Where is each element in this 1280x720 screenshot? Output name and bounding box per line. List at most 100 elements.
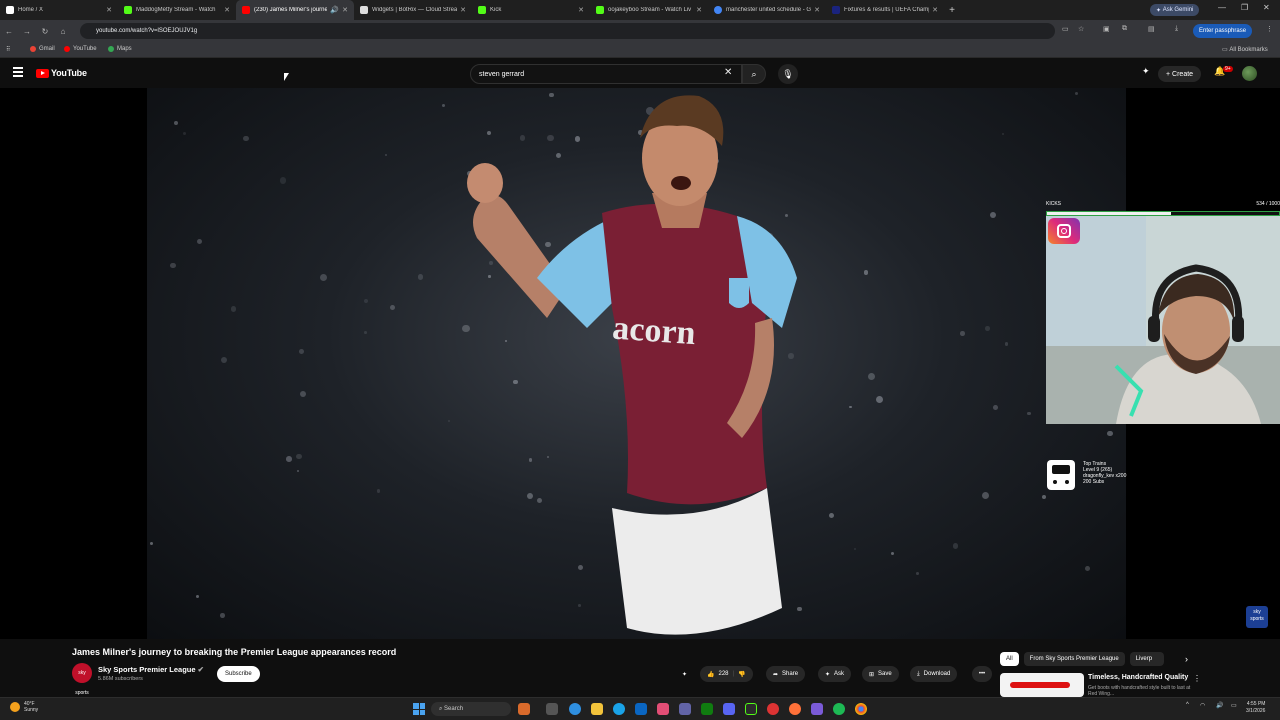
share-button[interactable]: ➦ Share	[766, 666, 806, 682]
bookmark-star-icon[interactable]: ☆	[1078, 25, 1084, 33]
apps-icon[interactable]: ⠿	[6, 46, 10, 53]
browser-tab-active[interactable]: (230) James Milner's journe 🔊 ✕	[236, 0, 354, 20]
thumbs-down-icon[interactable]: 👎	[738, 671, 745, 678]
ad-thumbnail[interactable]	[1000, 673, 1084, 697]
channel-name[interactable]: Sky Sports Premier League ✔	[98, 665, 204, 674]
youtube-logo[interactable]: YouTube	[36, 68, 87, 78]
copilot-icon[interactable]	[613, 703, 625, 715]
chevron-right-icon[interactable]: ›	[1185, 654, 1188, 664]
spotify-icon[interactable]	[833, 703, 845, 715]
tray-chevron-icon[interactable]: ^	[1186, 702, 1189, 708]
ad-menu-icon[interactable]: ⋮	[1193, 674, 1201, 683]
volume-icon[interactable]: 🔊	[1216, 702, 1223, 709]
chip-all[interactable]: All	[1000, 652, 1019, 666]
photos-icon[interactable]	[657, 703, 669, 715]
close-tab-icon[interactable]: ✕	[106, 6, 112, 14]
sidepanel-icon[interactable]: ▤	[1148, 25, 1155, 33]
download-icon[interactable]: ⤓	[1175, 25, 1178, 33]
app-icon[interactable]	[767, 703, 779, 715]
close-tab-icon[interactable]: ✕	[460, 6, 466, 14]
speaker-icon[interactable]: 🔊	[330, 6, 339, 14]
browser-tab[interactable]: Home / X ✕	[0, 0, 118, 20]
top-trains-widget: Top Trains Level 9 (265) dragonfly_kev x…	[1046, 458, 1156, 492]
close-tab-icon[interactable]: ✕	[814, 6, 820, 14]
chrome-icon[interactable]	[855, 703, 867, 715]
tab-title: oojakeyboo Stream - Watch Liv	[608, 7, 692, 13]
video-frame[interactable]: acorn	[147, 88, 1126, 639]
xbox-icon[interactable]	[701, 703, 713, 715]
enter-passphrase-button[interactable]: Enter passphrase	[1193, 24, 1253, 38]
bookmark-youtube[interactable]: YouTube	[64, 46, 97, 52]
save-button[interactable]: ⊞ Save	[862, 666, 899, 682]
back-icon[interactable]: ←	[0, 27, 18, 36]
more-actions-button[interactable]: •••	[972, 666, 992, 682]
bookmark-gmail[interactable]: Gmail	[30, 46, 55, 52]
download-button[interactable]: ⤓ Download	[910, 666, 958, 682]
system-clock[interactable]: 4:55 PM 3/1/2026	[1246, 701, 1265, 715]
chip-from-channel[interactable]: From Sky Sports Premier League	[1023, 652, 1125, 666]
search-button[interactable]: ⌕	[742, 64, 766, 84]
browser-tab[interactable]: MaddogMetty Stream - Watch ✕	[118, 0, 236, 20]
edge-icon[interactable]	[569, 703, 581, 715]
ad-title[interactable]: Timeless, Handcrafted Quality	[1088, 674, 1188, 681]
channel-avatar[interactable]: sky sports	[72, 663, 92, 696]
all-bookmarks[interactable]: ▭ All Bookmarks	[1222, 46, 1268, 54]
store-icon[interactable]	[635, 703, 647, 715]
new-tab-icon[interactable]: +	[944, 5, 960, 16]
address-bar[interactable]: youtube.com/watch?v=lSOEJOUJV1g	[80, 23, 1055, 39]
search-input[interactable]: steven gerrard	[470, 64, 742, 84]
minimize-icon[interactable]: —	[1218, 3, 1226, 12]
reload-icon[interactable]: ↻	[36, 27, 54, 36]
mic-icon: 🎙	[782, 69, 794, 79]
create-button[interactable]: + Create	[1158, 66, 1202, 82]
start-button[interactable]	[413, 703, 425, 715]
close-tab-icon[interactable]: ✕	[342, 6, 348, 14]
browser-tab[interactable]: oojakeyboo Stream - Watch Liv ✕	[590, 0, 708, 20]
browser-tab[interactable]: Widgets | BotRix — Cloud Strea ✕	[354, 0, 472, 20]
menu-kebab-icon[interactable]: ⋮	[1266, 25, 1273, 33]
taskbar-search[interactable]: ⌕ Search	[431, 702, 511, 716]
weather-widget[interactable]: 40°F Sunny	[10, 701, 38, 713]
ai-sparkle-icon[interactable]: ✦	[1142, 66, 1150, 77]
ask-button[interactable]: ✦ Ask	[818, 666, 852, 682]
obs-icon[interactable]	[745, 703, 757, 715]
file-explorer-icon[interactable]	[591, 703, 603, 715]
clear-search-icon[interactable]: ✕	[724, 67, 732, 78]
browser-tab[interactable]: Fixtures & results | UEFA Champ ✕	[826, 0, 944, 20]
bookmark-maps[interactable]: Maps	[108, 46, 132, 52]
ai-summary-button[interactable]: ✦	[682, 666, 687, 682]
all-bookmarks-label: All Bookmarks	[1229, 46, 1268, 53]
subscribe-button[interactable]: Subscribe	[217, 666, 260, 682]
ask-gemini-button[interactable]: ✦ Ask Gemini	[1150, 4, 1200, 16]
voice-search-button[interactable]: 🎙	[778, 64, 798, 84]
browser-tab[interactable]: Kick ✕	[472, 0, 590, 20]
browser-tab[interactable]: manchester united schedule - G ✕	[708, 0, 826, 20]
teams-icon[interactable]	[679, 703, 691, 715]
close-window-icon[interactable]: ✕	[1263, 3, 1270, 12]
chip-liverpool[interactable]: Liverp	[1129, 652, 1164, 666]
widgets-app-icon[interactable]	[518, 703, 530, 715]
top-trains-text: Top Trains Level 9 (265) dragonfly_kev x…	[1083, 461, 1126, 485]
user-avatar[interactable]	[1242, 66, 1257, 81]
like-button[interactable]: 👍 228 | 👎	[700, 666, 753, 682]
maximize-icon[interactable]: ❐	[1241, 3, 1248, 12]
wifi-icon[interactable]: ◠	[1200, 702, 1205, 709]
task-view-icon[interactable]	[546, 703, 558, 715]
battery-icon[interactable]: ▭	[1231, 702, 1237, 709]
home-icon[interactable]: ⌂	[54, 27, 72, 36]
close-tab-icon[interactable]: ✕	[932, 6, 938, 14]
forward-icon[interactable]: →	[18, 27, 36, 36]
discord-icon[interactable]	[723, 703, 735, 715]
more-dots-icon: •••	[978, 671, 986, 677]
close-tab-icon[interactable]: ✕	[578, 6, 584, 14]
firefox-icon[interactable]	[789, 703, 801, 715]
puzzle-icon[interactable]: ⧉	[1122, 25, 1127, 33]
like-count: 228	[718, 671, 729, 677]
app-icon[interactable]	[811, 703, 823, 715]
cast-icon[interactable]: ▭	[1062, 25, 1069, 33]
close-tab-icon[interactable]: ✕	[696, 6, 702, 14]
extension-icon[interactable]: ▣	[1103, 25, 1110, 33]
crowd-bokeh	[1027, 411, 1032, 416]
menu-icon[interactable]	[13, 67, 23, 79]
close-tab-icon[interactable]: ✕	[224, 6, 230, 14]
